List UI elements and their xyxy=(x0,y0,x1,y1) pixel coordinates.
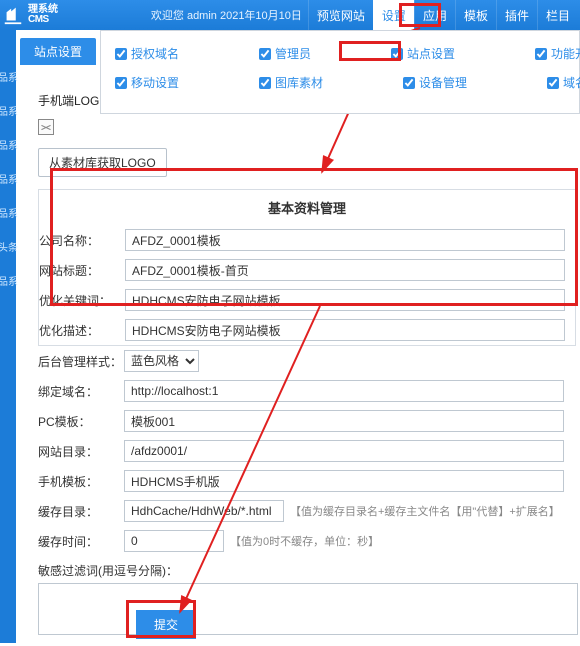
chk-admin[interactable]: 管理员 xyxy=(259,45,311,62)
input-bind-domain[interactable] xyxy=(124,380,564,402)
nav-apps[interactable]: 应用 xyxy=(414,0,455,30)
chk-site-settings[interactable]: 站点设置 xyxy=(391,45,455,62)
chk-image-lib[interactable]: 图库素材 xyxy=(259,74,323,91)
nav-settings[interactable]: 设置 xyxy=(373,0,414,30)
input-cache-dir[interactable] xyxy=(124,500,284,522)
input-pc-template[interactable] xyxy=(124,410,564,432)
nav-templates[interactable]: 模板 xyxy=(455,0,496,30)
hint-cache-time: 【值为0时不缓存，单位：秒】 xyxy=(230,533,379,549)
label-company: 公司名称： xyxy=(39,232,125,249)
input-site-dir[interactable] xyxy=(124,440,564,462)
input-cache-time[interactable] xyxy=(124,530,224,552)
welcome-text: 欢迎您 admin 2021年10月10日 xyxy=(151,7,302,23)
label-description: 优化描述： xyxy=(39,322,125,339)
nav-plugins[interactable]: 插件 xyxy=(496,0,537,30)
label-admin-style: 后台管理样式： xyxy=(38,353,124,370)
label-site-dir: 网站目录： xyxy=(38,443,124,460)
chk-feature-switch[interactable]: 功能开关 xyxy=(535,45,580,62)
chk-domain-settings[interactable]: 域名设置 xyxy=(547,74,580,91)
input-company[interactable] xyxy=(125,229,565,251)
label-cache-dir: 缓存目录： xyxy=(38,503,124,520)
label-site-title: 网站标题： xyxy=(39,262,125,279)
input-description[interactable] xyxy=(125,319,565,341)
label-mobile-template: 手机模板： xyxy=(38,473,124,490)
basic-info-card: 基本资料管理 公司名称： 网站标题： 优化关键词： 优化描述： xyxy=(38,189,576,346)
label-filter-words: 敏感过滤词(用逗号分隔)： xyxy=(38,562,578,579)
label-pc-template: PC模板： xyxy=(38,413,124,430)
label-cache-time: 缓存时间： xyxy=(38,533,124,550)
broken-image-icon xyxy=(38,119,54,135)
label-keywords: 优化关键词： xyxy=(39,292,125,309)
input-keywords[interactable] xyxy=(125,289,565,311)
app-logo-icon xyxy=(2,4,24,26)
label-bind-domain: 绑定域名： xyxy=(38,383,124,400)
settings-submenu: 授权域名 管理员 站点设置 功能开关 移动设置 图库素材 设备管理 域名设置 xyxy=(100,30,580,114)
get-logo-from-lib-button[interactable]: 从素材库获取LOGO xyxy=(38,148,167,177)
input-site-title[interactable] xyxy=(125,259,565,281)
nav-columns[interactable]: 栏目 xyxy=(537,0,578,30)
input-mobile-template[interactable] xyxy=(124,470,564,492)
left-crop-labels: 品系 品系 品系 品系 品系 头条 品系 xyxy=(0,66,16,296)
submit-button[interactable]: 提交 xyxy=(136,610,196,639)
chk-auth-domain[interactable]: 授权域名 xyxy=(115,45,179,62)
textarea-filter-words[interactable] xyxy=(38,583,578,635)
select-admin-style[interactable]: 蓝色风格 xyxy=(124,350,199,372)
hint-cache-dir: 【值为缓存目录名+缓存主文件名【用"代替】+扩展名】 xyxy=(290,503,560,519)
chk-device-mgmt[interactable]: 设备管理 xyxy=(403,74,467,91)
chk-mobile-settings[interactable]: 移动设置 xyxy=(115,74,179,91)
brand-bottom-text: CMS xyxy=(28,15,58,25)
card-title: 基本资料管理 xyxy=(39,190,575,225)
subtab-site-settings[interactable]: 站点设置 xyxy=(20,38,96,65)
nav-preview[interactable]: 预览网站 xyxy=(308,0,373,30)
